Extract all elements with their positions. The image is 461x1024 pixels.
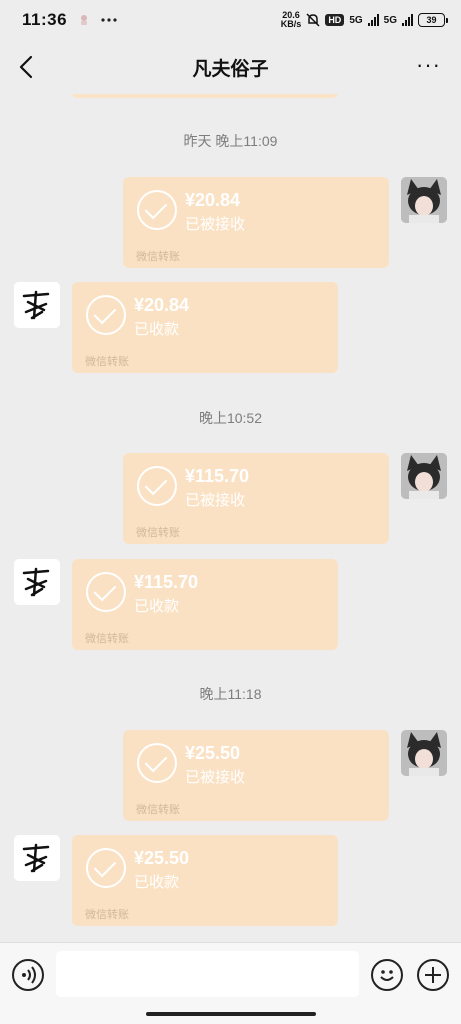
- transfer-amount: ¥115.70: [134, 572, 199, 592]
- transfer-status: 已收款: [134, 598, 180, 615]
- contact-avatar[interactable]: [14, 559, 60, 605]
- transfer-card-sent[interactable]: ¥115.70 已被接收 微信转账: [123, 453, 389, 544]
- transfer-label: 微信转账: [136, 804, 180, 816]
- transfer-label: 微信转账: [85, 356, 129, 368]
- network-type-1: 5G: [349, 14, 363, 26]
- cat-ear-girl-avatar-image: [401, 453, 447, 499]
- transfer-amount: ¥20.84: [134, 295, 190, 315]
- transfer-amount: ¥25.50: [185, 743, 241, 763]
- check-circle-icon: [137, 743, 177, 783]
- timestamp: 晚上10:52: [198, 410, 263, 426]
- transfer-amount: ¥115.70: [185, 466, 250, 486]
- calligraphy-avatar-image: [14, 559, 60, 605]
- plus-icon[interactable]: [417, 959, 449, 991]
- timestamp: 昨天 晚上11:09: [183, 133, 278, 149]
- more-options-icon[interactable]: ···: [416, 54, 441, 76]
- check-circle-icon: [86, 572, 126, 612]
- my-avatar[interactable]: [401, 730, 447, 776]
- transfer-card-received[interactable]: ¥20.84 已收款 微信转账: [72, 282, 338, 373]
- mute-bell-icon: [306, 13, 320, 27]
- transfer-status: 已被接收: [185, 769, 246, 786]
- chat-header: 凡夫俗子 ···: [0, 40, 461, 94]
- network-type-2: 5G: [383, 14, 397, 26]
- transfer-status: 已收款: [134, 874, 180, 891]
- my-avatar[interactable]: [401, 453, 447, 499]
- contact-avatar[interactable]: [14, 835, 60, 881]
- smiley-face-icon: [380, 970, 394, 981]
- transfer-card-sent[interactable]: ¥20.84 已被接收 微信转账: [123, 177, 389, 268]
- contact-avatar[interactable]: [14, 282, 60, 328]
- transfer-label: 微信转账: [85, 909, 129, 921]
- transfer-status: 已收款: [134, 321, 180, 338]
- my-avatar[interactable]: [401, 177, 447, 223]
- transfer-card-received[interactable]: ¥25.50 已收款 微信转账: [72, 835, 338, 926]
- transfer-status: 已被接收: [185, 216, 246, 233]
- transfer-status: 已被接收: [185, 492, 246, 509]
- transfer-label: 微信转账: [85, 633, 129, 645]
- battery-icon: 39: [418, 13, 448, 27]
- status-bar: 11:36 20.6 KB/s HD 5G 5G 39: [0, 0, 461, 40]
- transfer-card-received[interactable]: ¥115.70 已收款 微信转账: [72, 559, 338, 650]
- add-icon: [425, 967, 441, 983]
- transfer-amount: ¥25.50: [134, 848, 190, 868]
- timestamp: 晚上11:18: [199, 686, 262, 702]
- check-circle-icon: [137, 190, 177, 230]
- check-circle-icon: [86, 295, 126, 335]
- message-list[interactable]: 昨天 晚上11:09 ¥20.84 已被接收 微信转账 ¥20.84 已收款 微…: [0, 94, 461, 942]
- signal-icon: [367, 14, 379, 26]
- transfer-label: 微信转账: [136, 527, 180, 539]
- check-circle-icon: [137, 466, 177, 506]
- back-arrow-icon[interactable]: [14, 52, 40, 82]
- hd-badge: HD: [325, 14, 345, 26]
- cat-ear-girl-avatar-image: [401, 177, 447, 223]
- voice-input-icon[interactable]: [12, 959, 44, 991]
- calligraphy-avatar-image: [14, 835, 60, 881]
- voice-waves-icon: [22, 966, 36, 984]
- more-notifications-icon: [101, 18, 117, 22]
- transfer-amount: ¥20.84: [185, 190, 241, 210]
- emoji-icon[interactable]: [371, 959, 403, 991]
- transfer-label: 微信转账: [136, 251, 180, 263]
- check-circle-icon: [86, 848, 126, 888]
- message-input[interactable]: [56, 951, 359, 997]
- network-speed: 20.6 KB/s: [280, 10, 302, 29]
- cat-ear-girl-avatar-image: [401, 730, 447, 776]
- notification-app-icon: [81, 15, 88, 25]
- previous-transfer-card-edge[interactable]: [72, 94, 338, 98]
- transfer-card-sent[interactable]: ¥25.50 已被接收 微信转账: [123, 730, 389, 821]
- clock: 11:36: [22, 10, 68, 29]
- chat-title: 凡夫俗子: [192, 58, 269, 80]
- home-indicator[interactable]: [146, 1012, 316, 1016]
- calligraphy-avatar-image: [14, 282, 60, 328]
- signal-icon-2: [402, 14, 413, 26]
